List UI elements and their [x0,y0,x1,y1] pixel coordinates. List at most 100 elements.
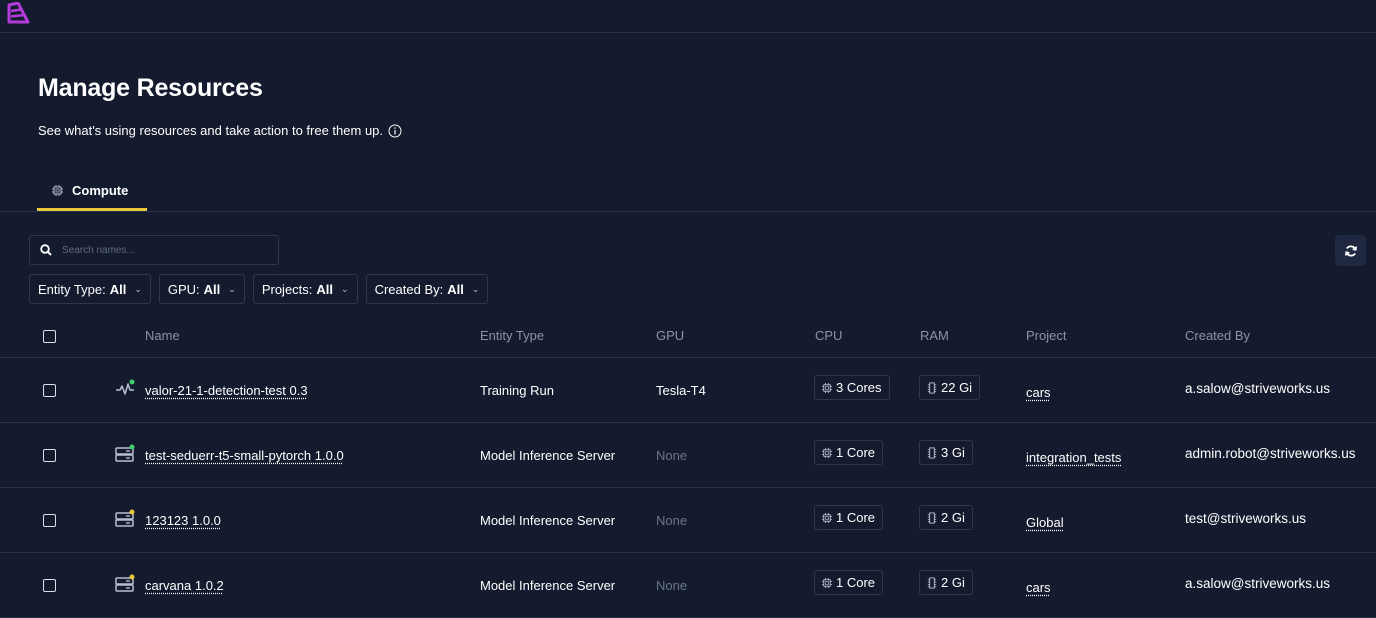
filter-label: Projects: [262,282,313,297]
ram-value: 2 Gi [941,575,965,590]
table-row[interactable]: valor-21-1-detection-test 0.3 Training Ru… [0,358,1376,423]
row-gpu: Tesla-T4 [656,383,706,398]
row-project-link[interactable]: cars [1026,385,1051,400]
cpu-badge: 3 Cores [814,375,890,400]
table-header: Name Entity Type GPU CPU RAM Project Cre… [0,315,1376,358]
chevron-down-icon: ⌄ [341,284,349,295]
chevron-down-icon: ⌄ [228,284,236,295]
row-gpu: None [656,448,687,463]
table-row[interactable]: test-seduerr-t5-small-pytorch 1.0.0 Model… [0,423,1376,488]
row-created-by: test@striveworks.us [1185,511,1306,526]
server-icon [115,574,135,594]
cpu-icon [821,577,833,589]
row-name-link[interactable]: valor-21-1-detection-test 0.3 [145,383,308,398]
row-checkbox[interactable] [43,514,56,527]
tab-bar: Compute [0,172,1376,212]
page-subtitle-text: See what's using resources and take acti… [38,123,383,138]
row-gpu: None [656,578,687,593]
cpu-badge: 1 Core [814,505,883,530]
row-checkbox[interactable] [43,384,56,397]
top-bar [0,0,1376,33]
filter-value: All [204,282,221,297]
cpu-value: 1 Core [836,445,875,460]
column-header-entity-type[interactable]: Entity Type [480,328,544,343]
filter-projects[interactable]: Projects: All ⌄ [253,274,358,304]
memory-icon [926,382,938,394]
column-header-created-by[interactable]: Created By [1185,328,1250,343]
cpu-badge: 1 Core [814,570,883,595]
row-created-by: a.salow@striveworks.us [1185,381,1330,396]
row-project-link[interactable]: Global [1026,515,1064,530]
table-row[interactable]: carvana 1.0.2 Model Inference Server None 1… [0,553,1376,618]
memory-icon [926,447,938,459]
row-created-by: admin.robot@striveworks.us [1185,446,1356,461]
cpu-value: 1 Core [836,575,875,590]
filter-label: Created By: [375,282,444,297]
cpu-icon [821,447,833,459]
status-dot [130,510,135,515]
filter-value: All [316,282,333,297]
memory-icon [926,577,938,589]
status-dot [130,380,135,385]
row-checkbox[interactable] [43,579,56,592]
filter-label: Entity Type: [38,282,106,297]
row-name-link[interactable]: test-seduerr-t5-small-pytorch 1.0.0 [145,448,344,463]
ram-badge: 3 Gi [919,440,973,465]
row-name-link[interactable]: 123123 1.0.0 [145,513,221,528]
status-dot [130,575,135,580]
chevron-down-icon: ⌄ [472,284,480,295]
chevron-down-icon: ⌄ [134,284,142,295]
page-subtitle: See what's using resources and take acti… [38,123,402,138]
refresh-icon [1344,244,1358,258]
row-entity-type: Model Inference Server [480,513,615,528]
ram-value: 3 Gi [941,445,965,460]
ram-value: 2 Gi [941,510,965,525]
row-entity-type: Training Run [480,383,554,398]
cpu-icon [821,512,833,524]
server-icon [115,509,135,529]
column-header-cpu[interactable]: CPU [815,328,842,343]
search-input[interactable] [62,245,262,256]
row-name-link[interactable]: carvana 1.0.2 [145,578,224,593]
column-header-project[interactable]: Project [1026,328,1066,343]
memory-icon [926,512,938,524]
cpu-icon [51,184,64,197]
ram-badge: 2 Gi [919,505,973,530]
filter-label: GPU: [168,282,200,297]
ram-value: 22 Gi [941,380,972,395]
cpu-icon [821,382,833,394]
column-header-ram[interactable]: RAM [920,328,949,343]
table-row[interactable]: 123123 1.0.0 Model Inference Server None 1 … [0,488,1376,553]
app-logo-icon[interactable] [6,2,32,24]
tab-compute[interactable]: Compute [37,172,147,211]
refresh-button[interactable] [1335,235,1366,266]
row-project-link[interactable]: cars [1026,580,1051,595]
filter-value: All [110,282,127,297]
search-box [29,235,279,265]
filter-created-by[interactable]: Created By: All ⌄ [366,274,489,304]
filter-gpu[interactable]: GPU: All ⌄ [159,274,245,304]
column-header-name[interactable]: Name [145,328,180,343]
server-icon [115,444,135,464]
cpu-value: 1 Core [836,510,875,525]
search-icon [40,244,52,256]
row-created-by: a.salow@striveworks.us [1185,576,1330,591]
activity-icon [115,379,135,399]
tab-compute-label: Compute [72,183,128,198]
ram-badge: 2 Gi [919,570,973,595]
info-icon[interactable] [388,124,402,138]
filter-value: All [447,282,464,297]
row-entity-type: Model Inference Server [480,578,615,593]
column-header-gpu[interactable]: GPU [656,328,684,343]
filter-bar: Entity Type: All ⌄ GPU: All ⌄ Projects: … [29,274,488,304]
select-all-checkbox[interactable] [43,330,56,343]
row-gpu: None [656,513,687,528]
cpu-value: 3 Cores [836,380,882,395]
filter-entity-type[interactable]: Entity Type: All ⌄ [29,274,151,304]
row-project-link[interactable]: integration_tests [1026,450,1121,465]
ram-badge: 22 Gi [919,375,980,400]
status-dot [130,445,135,450]
page-title: Manage Resources [38,74,263,103]
cpu-badge: 1 Core [814,440,883,465]
row-checkbox[interactable] [43,449,56,462]
